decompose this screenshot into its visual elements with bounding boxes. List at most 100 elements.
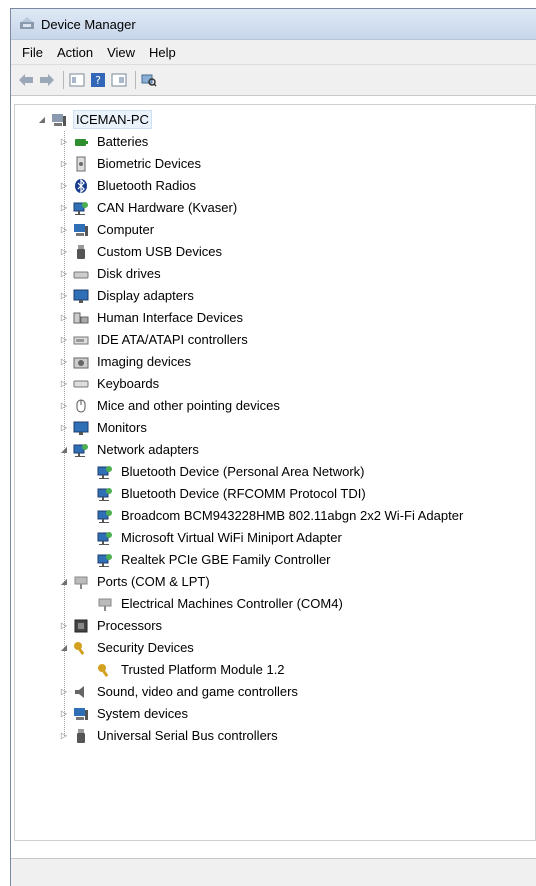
tree-item-label: Keyboards [97,376,160,391]
tree-item-label: Biometric Devices [97,156,202,171]
display-icon [73,288,89,304]
expand-arrow-icon[interactable]: ▷ [59,159,69,168]
tree-item-label: Security Devices [97,640,194,655]
expand-arrow-icon[interactable]: ▷ [59,269,69,278]
port-icon [97,596,113,612]
scan-hardware-icon[interactable] [140,71,158,89]
battery-icon [73,134,89,150]
window-title: Device Manager [41,16,136,32]
menu-help[interactable]: Help [142,43,183,62]
toolbar-separator [63,71,64,89]
properties-icon[interactable] [68,71,86,89]
tree-category[interactable]: ▷ Display adapters [59,285,196,306]
help-icon[interactable]: ? [89,71,107,89]
menu-file[interactable]: File [15,43,50,62]
device-tree[interactable]: ◢ ICEMAN-PC ▷ Batteries ▷ Biometric Devices ▷ B… [14,104,536,841]
tree-item-label: IDE ATA/ATAPI controllers [97,332,248,347]
expand-arrow-icon[interactable]: ▷ [59,247,69,256]
view-icon[interactable] [110,71,128,89]
tree-device[interactable]: Realtek PCIe GBE Family Controller [83,549,333,570]
tree-item-label: CAN Hardware (Kvaser) [97,200,238,215]
network-icon [73,200,89,216]
expand-arrow-icon[interactable]: ▷ [59,225,69,234]
expand-arrow-icon[interactable]: ▷ [59,621,69,630]
tree-item-label: ICEMAN-PC [73,110,152,129]
expand-arrow-icon[interactable]: ▷ [59,401,69,410]
tree-category[interactable]: ▷ Bluetooth Radios [59,175,198,196]
tree-root-iceman-pc[interactable]: ◢ ICEMAN-PC [37,109,152,130]
expand-arrow-icon[interactable]: ▷ [59,181,69,190]
usb-icon [73,244,89,260]
back-arrow-icon[interactable] [17,71,35,89]
tree-item-label: Bluetooth Device (RFCOMM Protocol TDI) [121,486,366,501]
tree-category[interactable]: ◢ Network adapters [59,439,201,460]
tree-category[interactable]: ▷ Monitors [59,417,149,438]
tree-device[interactable]: Broadcom BCM943228HMB 802.11abgn 2x2 Wi-… [83,505,465,526]
tree-item-label: Mice and other pointing devices [97,398,280,413]
forward-arrow-icon[interactable] [38,71,56,89]
expand-arrow-icon[interactable]: ▷ [59,335,69,344]
menu-view[interactable]: View [100,43,142,62]
tree-category[interactable]: ▷ System devices [59,703,190,724]
processor-icon [73,618,89,634]
tree-device[interactable]: Bluetooth Device (Personal Area Network) [83,461,367,482]
tree-item-label: Ports (COM & LPT) [97,574,210,589]
tree-device[interactable]: Trusted Platform Module 1.2 [83,659,287,680]
tree-item-label: Custom USB Devices [97,244,222,259]
tree-category[interactable]: ▷ Biometric Devices [59,153,203,174]
tree-category[interactable]: ▷ IDE ATA/ATAPI controllers [59,329,250,350]
computer-icon [73,222,89,238]
svg-text:?: ? [95,74,101,87]
tree-category[interactable]: ▷ Batteries [59,131,150,152]
tree-category[interactable]: ▷ Custom USB Devices [59,241,224,262]
tree-category[interactable]: ▷ Computer [59,219,156,240]
tree-category[interactable]: ▷ Keyboards [59,373,161,394]
tree-item-label: Bluetooth Radios [97,178,197,193]
tree-category[interactable]: ▷ Imaging devices [59,351,193,372]
collapse-arrow-icon[interactable]: ◢ [59,643,69,652]
expand-arrow-icon[interactable]: ▷ [59,709,69,718]
collapse-arrow-icon[interactable]: ◢ [59,577,69,586]
tree-category[interactable]: ▷ Processors [59,615,164,636]
tree-item-label: Network adapters [97,442,199,457]
tree-category[interactable]: ▷ CAN Hardware (Kvaser) [59,197,239,218]
speaker-icon [73,684,89,700]
tree-item-label: Electrical Machines Controller (COM4) [121,596,343,611]
tree-category[interactable]: ▷ Human Interface Devices [59,307,245,328]
menu-bar: File Action View Help [11,40,536,65]
tree-item-label: Display adapters [97,288,194,303]
tree-category[interactable]: ◢ Security Devices [59,637,196,658]
tree-category[interactable]: ▷ Sound, video and game controllers [59,681,300,702]
usb-icon [73,728,89,744]
expand-arrow-icon[interactable]: ▷ [59,357,69,366]
status-bar [11,858,536,886]
expand-arrow-icon[interactable]: ▷ [59,203,69,212]
tree-device[interactable]: Bluetooth Device (RFCOMM Protocol TDI) [83,483,368,504]
tree-item-label: Imaging devices [97,354,191,369]
bluetooth-icon [73,178,89,194]
ide-icon [73,332,89,348]
expand-arrow-icon[interactable]: ▷ [59,731,69,740]
tree-category[interactable]: ▷ Disk drives [59,263,163,284]
hid-icon [73,310,89,326]
expand-arrow-icon[interactable]: ▷ [59,423,69,432]
mouse-icon [73,398,89,414]
keyboard-icon [73,376,89,392]
menu-action[interactable]: Action [50,43,100,62]
tree-item-label: Human Interface Devices [97,310,243,325]
tree-item-label: Bluetooth Device (Personal Area Network) [121,464,365,479]
tree-device[interactable]: Electrical Machines Controller (COM4) [83,593,345,614]
tree-device[interactable]: Microsoft Virtual WiFi Miniport Adapter [83,527,344,548]
expand-arrow-icon[interactable]: ▷ [59,687,69,696]
expand-arrow-icon[interactable]: ▷ [59,137,69,146]
collapse-arrow-icon[interactable]: ◢ [37,115,47,124]
tree-category[interactable]: ◢ Ports (COM & LPT) [59,571,212,592]
tree-category[interactable]: ▷ Mice and other pointing devices [59,395,282,416]
collapse-arrow-icon[interactable]: ◢ [59,445,69,454]
title-bar: Device Manager [11,9,536,40]
expand-arrow-icon[interactable]: ▷ [59,379,69,388]
tree-item-label: Universal Serial Bus controllers [97,728,278,743]
tree-category[interactable]: ▷ Universal Serial Bus controllers [59,725,280,746]
expand-arrow-icon[interactable]: ▷ [59,291,69,300]
expand-arrow-icon[interactable]: ▷ [59,313,69,322]
